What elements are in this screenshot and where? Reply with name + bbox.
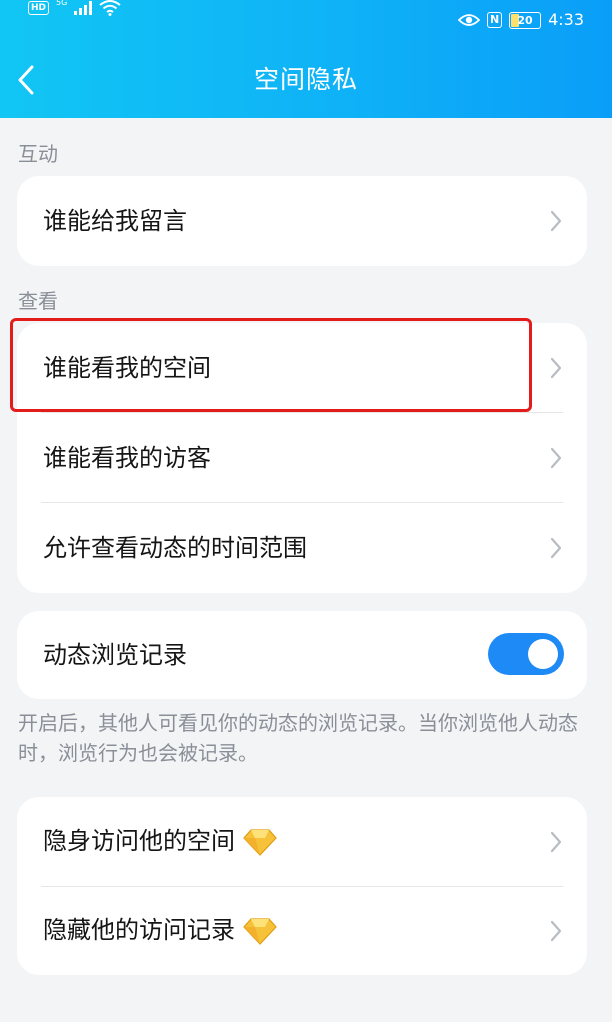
section-label-view: 查看: [18, 289, 58, 313]
wifi-icon: [99, 0, 121, 16]
row-label: 允许查看动态的时间范围: [43, 534, 307, 562]
feed-browse-record-toggle[interactable]: [488, 633, 564, 675]
row-label-wrap: 隐身访问他的空间: [43, 797, 277, 886]
interaction-card: 谁能给我留言: [17, 176, 587, 266]
signal-label: 5G: [56, 0, 68, 7]
clock-time: 4:33: [548, 10, 584, 29]
row-who-can-message[interactable]: 谁能给我留言: [17, 176, 587, 266]
header-bar: HD 5G N 20 4:33 空间隐私: [0, 0, 612, 118]
eye-icon: [458, 14, 481, 26]
diamond-icon: [243, 829, 277, 856]
status-bar: HD 5G N 20 4:33: [0, 0, 612, 40]
row-hide-visit-record[interactable]: 隐藏他的访问记录: [17, 886, 587, 975]
row-label: 谁能看我的访客: [43, 444, 211, 472]
row-invisible-visit[interactable]: 隐身访问他的空间: [17, 797, 587, 886]
page-title: 空间隐私: [253, 65, 358, 94]
section-label-interaction: 互动: [18, 142, 58, 166]
chevron-left-icon: [18, 65, 34, 95]
highlight-box: [10, 318, 532, 412]
chevron-right-icon: [550, 920, 562, 942]
hd-badge: HD: [28, 1, 50, 15]
battery-level: 20: [517, 13, 533, 27]
chevron-right-icon: [550, 831, 562, 853]
feed-record-note: 开启后，其他人可看见你的动态的浏览记录。当你浏览他人动态时，浏览行为也会被记录。: [18, 711, 578, 765]
diamond-icon: [243, 918, 277, 945]
vip-card: 隐身访问他的空间 隐藏他的访问记录: [17, 797, 587, 975]
chevron-right-icon: [550, 447, 562, 469]
row-label: 动态浏览记录: [43, 641, 187, 669]
row-feed-browse-record: 动态浏览记录: [17, 611, 587, 699]
row-label: 隐藏他的访问记录: [43, 916, 235, 944]
feed-record-card: 动态浏览记录: [17, 611, 587, 699]
row-allow-view-time-range[interactable]: 允许查看动态的时间范围: [17, 503, 587, 593]
nfc-icon: N: [487, 12, 503, 28]
signal-icon: [74, 1, 93, 15]
row-who-can-view-visitors[interactable]: 谁能看我的访客: [17, 413, 587, 503]
row-label: 谁能给我留言: [43, 207, 187, 235]
chevron-right-icon: [550, 210, 562, 232]
row-label-wrap: 隐藏他的访问记录: [43, 886, 277, 975]
toggle-knob: [528, 639, 558, 669]
row-label: 隐身访问他的空间: [43, 827, 235, 855]
chevron-right-icon: [550, 537, 562, 559]
chevron-right-icon: [550, 357, 562, 379]
battery-icon: 20: [509, 11, 542, 29]
back-button[interactable]: [8, 62, 44, 98]
